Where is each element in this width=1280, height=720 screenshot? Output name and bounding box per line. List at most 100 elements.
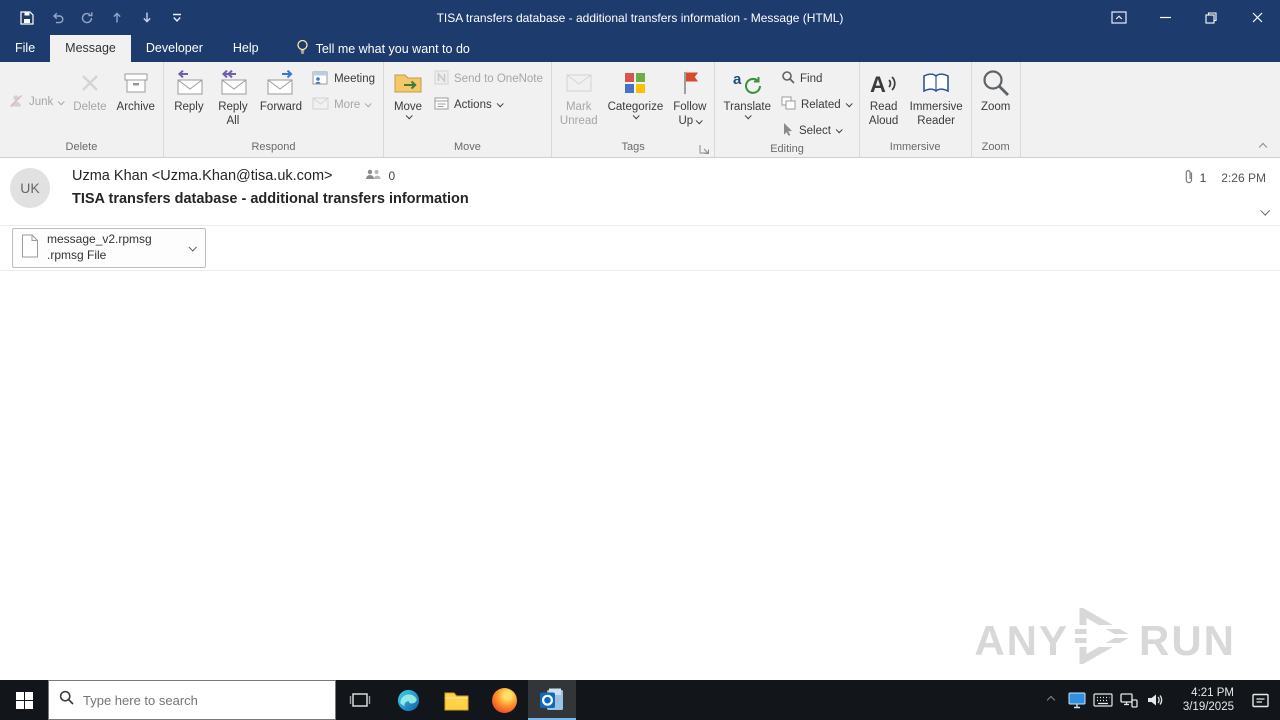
read-aloud-button[interactable]: A Read Aloud (863, 64, 905, 140)
expand-header-icon[interactable] (1260, 202, 1271, 220)
ribbon-group-move: Move Send to OneNote Actions Move (384, 62, 552, 157)
paperclip-icon (1183, 168, 1195, 188)
find-icon (781, 70, 795, 87)
find-label: Find (799, 72, 823, 85)
taskbar-clock[interactable]: 4:21 PM 3/19/2025 (1168, 680, 1240, 720)
ribbon-group-tags: Mark Unread Categorize Follow Up Tags (552, 62, 716, 157)
chevron-down-icon (695, 117, 703, 125)
tags-dialog-launcher-icon[interactable] (699, 142, 711, 154)
reply-button[interactable]: Reply (167, 64, 211, 140)
ribbon-group-respond: Reply Reply All Forward Meeting More Res… (164, 62, 385, 157)
archive-button[interactable]: Archive (112, 64, 160, 140)
attachment-dropdown-icon[interactable] (183, 229, 201, 267)
select-label: Select (798, 124, 831, 137)
send-to-onenote-button[interactable]: Send to OneNote (429, 67, 548, 90)
archive-label: Archive (116, 101, 155, 113)
group-label-zoom: Zoom (981, 141, 1010, 153)
more-button[interactable]: More (307, 93, 380, 116)
ribbon-group-zoom: Zoom Zoom (972, 62, 1021, 157)
search-input[interactable] (83, 692, 325, 708)
attachment-card[interactable]: message_v2.rpmsg .rpmsg File (12, 228, 206, 268)
select-button[interactable]: Select (776, 119, 856, 142)
follow-up-button[interactable]: Follow Up (668, 64, 711, 140)
restore-button[interactable] (1188, 0, 1234, 35)
recipients-icon (365, 168, 381, 184)
customize-quick-access-icon[interactable] (164, 5, 190, 31)
translate-icon: a (731, 66, 763, 100)
read-aloud-label-1: Read (869, 101, 898, 113)
collapse-ribbon-icon[interactable] (1256, 141, 1270, 153)
move-button[interactable]: Move (387, 64, 429, 140)
next-item-icon[interactable] (134, 5, 160, 31)
forward-button[interactable]: Forward (255, 64, 307, 140)
translate-button[interactable]: a Translate (718, 64, 776, 142)
clock-date: 3/19/2025 (1182, 701, 1234, 713)
task-view-icon[interactable] (336, 680, 384, 720)
categorize-button[interactable]: Categorize (603, 64, 669, 140)
ribbon-display-options-icon[interactable] (1096, 0, 1142, 35)
anyrun-play-icon (1073, 605, 1135, 674)
tell-me-box[interactable]: Tell me what you want to do (296, 35, 470, 62)
chevron-down-icon (744, 112, 752, 120)
system-tray: 4:21 PM 3/19/2025 (1038, 680, 1280, 720)
action-center-icon[interactable] (1240, 680, 1280, 720)
window-title: TISA transfers database - additional tra… (436, 10, 844, 25)
related-label: Related (800, 98, 841, 111)
meeting-button[interactable]: Meeting (307, 67, 380, 90)
find-button[interactable]: Find (776, 67, 856, 90)
ribbon-group-delete: Junk Delete Archive Delete (0, 62, 164, 157)
immersive-reader-button[interactable]: Immersive Reader (905, 64, 968, 140)
edge-icon[interactable] (384, 680, 432, 720)
avatar[interactable]: UK (10, 168, 50, 208)
tab-message[interactable]: Message (50, 35, 131, 62)
actions-button[interactable]: Actions (429, 93, 548, 116)
group-label-delete: Delete (65, 141, 98, 153)
select-icon (781, 122, 794, 139)
tab-help[interactable]: Help (218, 35, 274, 62)
touch-keyboard-icon[interactable] (1090, 680, 1116, 720)
watermark-text-left: ANY (974, 617, 1069, 664)
tab-file[interactable]: File (0, 35, 50, 62)
svg-text:a: a (733, 71, 742, 88)
move-icon (392, 66, 424, 100)
onenote-icon (434, 70, 449, 88)
actions-label: Actions (454, 98, 492, 111)
reply-all-label-2: All (226, 115, 240, 128)
attachments-area: message_v2.rpmsg .rpmsg File (0, 226, 1280, 271)
titlebar: TISA transfers database - additional tra… (0, 0, 1280, 35)
tell-me-label: Tell me what you want to do (315, 41, 470, 56)
save-icon[interactable] (14, 5, 40, 31)
network-icon[interactable] (1116, 680, 1142, 720)
related-button[interactable]: Related (776, 93, 856, 116)
monitor-icon[interactable] (1064, 680, 1090, 720)
ribbon-tabs: File Message Developer Help Tell me what… (0, 35, 1280, 62)
undo-icon[interactable] (44, 5, 70, 31)
send-to-onenote-label: Send to OneNote (454, 72, 543, 85)
minimize-button[interactable] (1142, 0, 1188, 35)
reply-all-button[interactable]: Reply All (211, 64, 255, 140)
attachment-filetype: .rpmsg File (47, 248, 107, 262)
redo-icon[interactable] (74, 5, 100, 31)
firefox-icon[interactable] (480, 680, 528, 720)
volume-icon[interactable] (1142, 680, 1168, 720)
forward-icon (264, 66, 298, 100)
close-button[interactable] (1234, 0, 1280, 35)
delete-label: Delete (73, 101, 107, 113)
previous-item-icon[interactable] (104, 5, 130, 31)
start-button[interactable] (0, 680, 48, 720)
window-controls (1096, 0, 1280, 35)
group-label-immersive: Immersive (889, 141, 941, 153)
outlook-icon[interactable] (528, 680, 576, 720)
message-header: UK Uzma Khan <Uzma.Khan@tisa.uk.com> 0 T… (0, 158, 1280, 226)
mark-unread-button[interactable]: Mark Unread (555, 64, 603, 140)
taskbar-search[interactable] (48, 680, 336, 720)
sender-address[interactable]: Uzma Khan <Uzma.Khan@tisa.uk.com> (72, 168, 333, 184)
mark-unread-label-2: Unread (559, 115, 598, 128)
delete-button[interactable]: Delete (68, 64, 111, 140)
junk-button[interactable]: Junk (3, 91, 68, 114)
hidden-icons-chevron[interactable] (1038, 680, 1064, 720)
attachment-filename: message_v2.rpmsg (47, 232, 152, 247)
file-explorer-icon[interactable] (432, 680, 480, 720)
zoom-button[interactable]: Zoom (975, 64, 1017, 140)
tab-developer[interactable]: Developer (131, 35, 218, 62)
